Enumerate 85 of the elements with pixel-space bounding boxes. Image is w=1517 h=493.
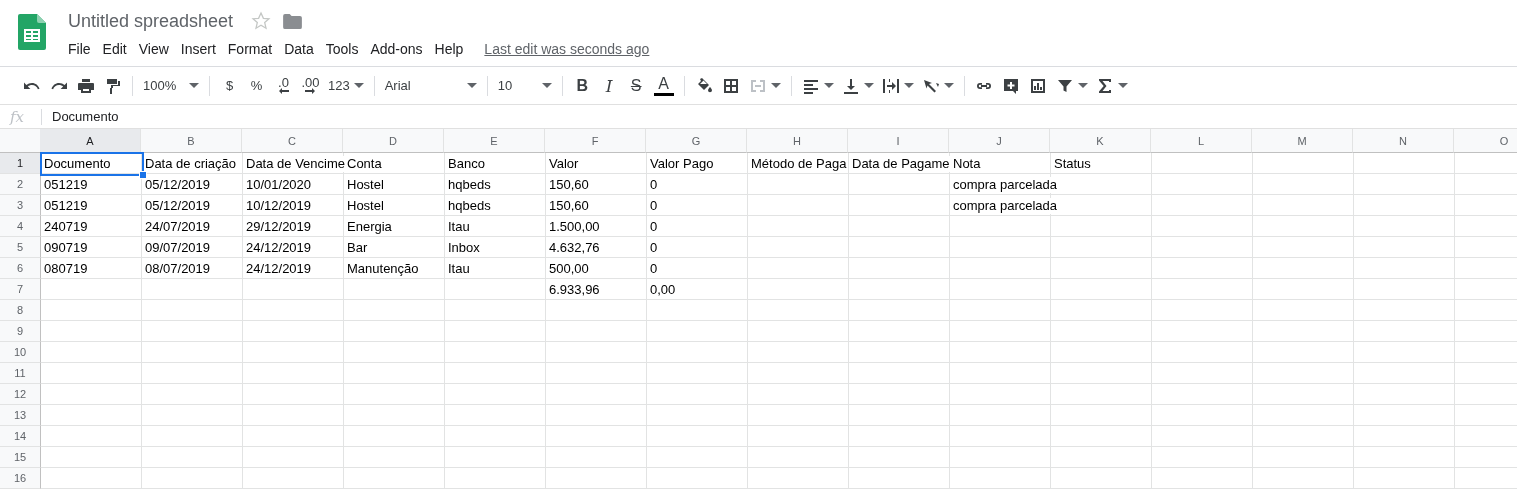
- column-header[interactable]: E: [444, 129, 545, 153]
- column-header[interactable]: G: [646, 129, 747, 153]
- left-arrow-icon: [278, 88, 289, 94]
- star-icon[interactable]: [251, 11, 272, 31]
- menu-item[interactable]: Help: [428, 41, 470, 57]
- toolbar-button[interactable]: 123: [324, 72, 368, 99]
- caret-icon: [541, 83, 552, 88]
- column-header[interactable]: N: [1353, 129, 1454, 153]
- toolbar-button[interactable]: .0: [270, 72, 297, 99]
- caret-icon: [466, 83, 477, 88]
- folder-icon[interactable]: [283, 13, 303, 29]
- column-header[interactable]: I: [848, 129, 949, 153]
- toolbar-button[interactable]: I: [595, 72, 623, 99]
- column-header[interactable]: M: [1252, 129, 1353, 153]
- row-header[interactable]: 4: [0, 216, 41, 237]
- table-cell: Data de Pagame: [852, 155, 950, 172]
- chart-icon: [1029, 76, 1048, 95]
- caret-icon: [353, 83, 364, 88]
- link-icon: [975, 82, 994, 89]
- menu-item[interactable]: Add-ons: [364, 41, 429, 57]
- menu-item[interactable]: View: [132, 41, 175, 57]
- row-header[interactable]: 16: [0, 468, 41, 489]
- right-arrow-icon: [305, 88, 316, 94]
- column-header[interactable]: L: [1151, 129, 1252, 153]
- row-header[interactable]: 15: [0, 447, 41, 468]
- row-header[interactable]: 11: [0, 363, 41, 384]
- row-header[interactable]: 5: [0, 237, 41, 258]
- formula-input[interactable]: Documento: [52, 109, 119, 124]
- column-header[interactable]: A: [40, 129, 141, 153]
- color-bar: [653, 92, 674, 96]
- row-header[interactable]: 6: [0, 258, 41, 279]
- column-header[interactable]: F: [545, 129, 646, 153]
- table-cell: compra parcelada: [953, 197, 1058, 214]
- caret-icon: [189, 83, 199, 88]
- wrap-icon: [881, 76, 900, 95]
- row-header[interactable]: 13: [0, 405, 41, 426]
- toolbar-button[interactable]: S: [622, 72, 650, 99]
- comment-icon: [1002, 76, 1021, 95]
- table-cell: compra parcelada: [953, 176, 1058, 193]
- table-cell: Data de Vencime: [246, 155, 345, 172]
- row-header[interactable]: 12: [0, 384, 41, 405]
- column-header[interactable]: J: [949, 129, 1050, 153]
- row-header[interactable]: 10: [0, 342, 41, 363]
- toolbar-button[interactable]: $: [216, 72, 243, 99]
- toolbar-button[interactable]: A: [649, 72, 678, 99]
- row-header[interactable]: 2: [0, 174, 41, 195]
- caret-icon: [863, 83, 874, 88]
- column-header[interactable]: B: [141, 129, 242, 153]
- caret-icon: [823, 83, 834, 88]
- caret-icon: [770, 83, 781, 88]
- fill-handle[interactable]: [139, 171, 147, 179]
- row-header[interactable]: 9: [0, 321, 41, 342]
- row-header[interactable]: 14: [0, 426, 41, 447]
- menu-item[interactable]: Edit: [96, 41, 133, 57]
- row-header[interactable]: 1: [0, 153, 41, 174]
- column-header[interactable]: O: [1454, 129, 1517, 153]
- document-title[interactable]: Untitled spreadsheet: [68, 10, 234, 32]
- caret-icon: [903, 83, 914, 88]
- caret-icon: [1077, 83, 1088, 88]
- borders-icon: [722, 76, 741, 95]
- column-header[interactable]: D: [343, 129, 444, 153]
- row-header[interactable]: 8: [0, 300, 41, 321]
- toolbar-button[interactable]: B: [568, 72, 596, 99]
- menu-item[interactable]: File: [68, 41, 97, 57]
- sheets-logo-icon[interactable]: [18, 14, 46, 50]
- row-header[interactable]: 7: [0, 279, 41, 300]
- print-icon: [76, 76, 95, 95]
- caret-icon: [943, 83, 954, 88]
- fx-label: fx: [10, 107, 25, 126]
- toolbar-button[interactable]: 100%: [139, 72, 203, 99]
- valign-icon: [841, 76, 860, 95]
- toolbar-button[interactable]: Arial: [380, 72, 481, 99]
- last-edit-link[interactable]: Last edit was seconds ago: [484, 41, 650, 57]
- column-header[interactable]: K: [1050, 129, 1151, 153]
- toolbar-button[interactable]: .00: [297, 72, 324, 99]
- menu-item[interactable]: Insert: [174, 41, 222, 57]
- menu-item[interactable]: Tools: [319, 41, 365, 57]
- column-header[interactable]: H: [747, 129, 848, 153]
- caret-icon: [1117, 83, 1128, 88]
- column-header[interactable]: C: [242, 129, 343, 153]
- menu-item[interactable]: Format: [221, 41, 279, 57]
- toolbar-button[interactable]: 10: [493, 72, 556, 99]
- row-header[interactable]: 3: [0, 195, 41, 216]
- toolbar-button[interactable]: %: [243, 72, 270, 99]
- menu-item[interactable]: Data: [278, 41, 320, 57]
